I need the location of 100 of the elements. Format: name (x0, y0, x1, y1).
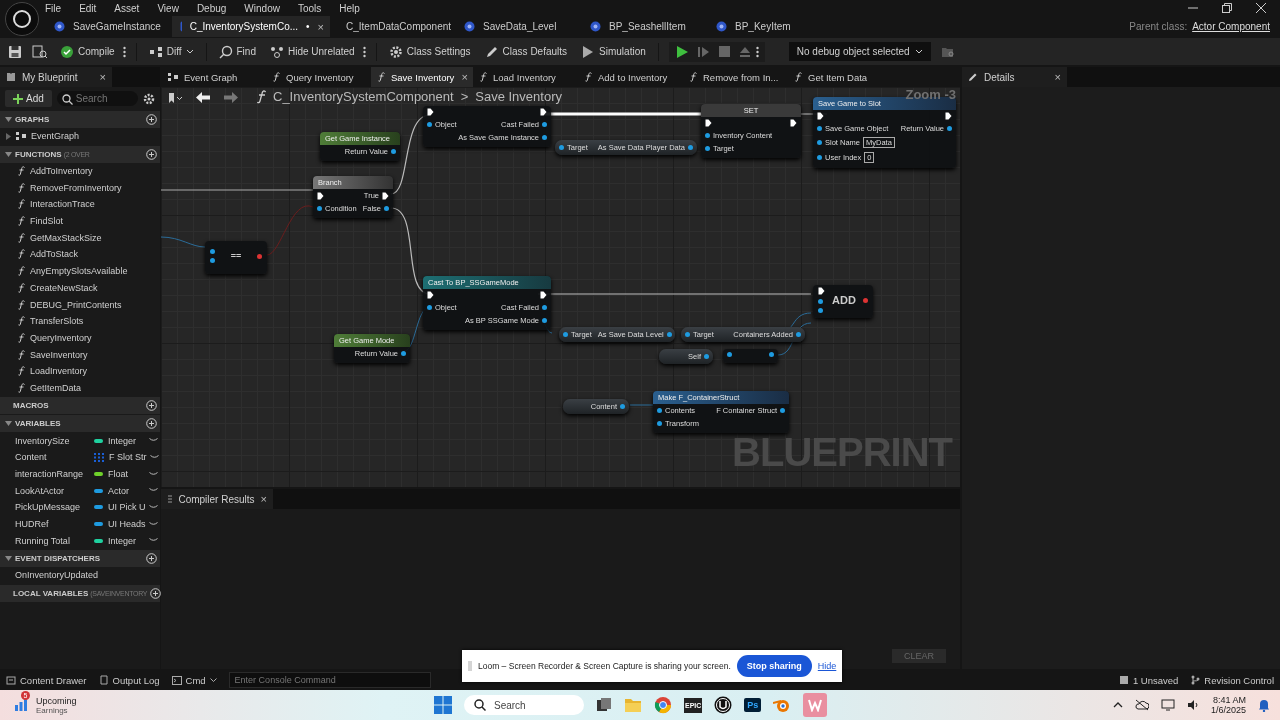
function-item[interactable]: SaveInventory (0, 346, 160, 363)
variable-item[interactable]: HUDRef UI Heads (0, 515, 160, 533)
function-item[interactable]: LoadInventory (0, 362, 160, 380)
close-tab-button[interactable]: × (260, 493, 267, 505)
stop-icon[interactable] (718, 46, 730, 57)
hide-unrelated-button[interactable]: Hide Unrelated (267, 43, 357, 60)
start-icon[interactable] (434, 696, 452, 714)
add-circle-icon[interactable] (146, 114, 157, 125)
menu-item[interactable]: Help (339, 2, 369, 14)
debug-object-dropdown[interactable]: No debug object selected (788, 42, 931, 61)
graph-node[interactable]: ADD (813, 285, 873, 318)
panel-tab[interactable]: My Blueprint × (0, 67, 112, 87)
section-header[interactable]: MACROS (0, 397, 160, 415)
close-icon[interactable] (1256, 3, 1266, 13)
document-tab[interactable]: C_ItemDataComponent (330, 16, 456, 37)
more-options-icon[interactable] (755, 45, 759, 58)
clock-time[interactable]: 8:41 AM (1212, 695, 1246, 705)
breadcrumb-link[interactable]: C_InventorySystemComponent (273, 89, 454, 104)
menu-item[interactable]: Tools (297, 2, 331, 14)
variable-item[interactable]: InventorySize Integer (0, 432, 160, 449)
function-item[interactable]: InteractionTrace (0, 196, 160, 213)
save-icon[interactable] (8, 44, 22, 59)
function-item[interactable]: DEBUG_PrintContents (0, 296, 160, 313)
section-header[interactable]: EVENT DISPATCHERS (0, 550, 160, 568)
section-header[interactable]: GRAPHS (0, 111, 160, 128)
graph-tab[interactable]: Save Inventory × (371, 67, 473, 87)
add-circle-icon[interactable] (150, 587, 162, 599)
chevron-icon[interactable] (149, 538, 158, 544)
document-tab[interactable]: SaveGameInstance (46, 16, 172, 37)
function-item[interactable]: GetItemData (0, 379, 160, 397)
volume-icon[interactable] (1186, 699, 1199, 711)
clock-date[interactable]: 1/6/2025 (1210, 705, 1246, 715)
output-log-button[interactable]: Output Log (98, 674, 160, 686)
document-tab[interactable]: C_InventorySystemCo... • × (172, 16, 330, 37)
taskbar-search-field[interactable]: Search (464, 695, 584, 715)
parent-class-link[interactable]: Actor Component (1192, 21, 1270, 32)
graph-tab[interactable]: Add to Inventory (578, 67, 683, 87)
settings-icon[interactable] (143, 92, 155, 105)
variable-item[interactable]: interactionRange Float (0, 465, 160, 483)
menu-item[interactable]: Edit (79, 2, 106, 14)
search-field[interactable]: Search (56, 91, 138, 106)
stop-sharing-button[interactable]: Stop sharing (736, 655, 812, 677)
document-tab[interactable]: SaveData_Level (456, 16, 582, 37)
menu-item[interactable]: Debug (196, 2, 236, 14)
graph-tab[interactable]: Load Inventory (473, 67, 578, 87)
chevron-icon[interactable] (149, 488, 158, 494)
variable-item[interactable]: PickUpMessage UI Pick U (0, 499, 160, 516)
chevron-icon[interactable] (150, 454, 159, 460)
graph-item[interactable]: EventGraph (0, 128, 160, 145)
simulation-button[interactable]: Simulation (579, 42, 648, 61)
chevron-icon[interactable] (149, 471, 158, 477)
bookmark-icon[interactable] (168, 92, 182, 103)
graph-tab[interactable]: Event Graph (161, 67, 266, 87)
close-tab-button[interactable]: × (317, 20, 324, 33)
function-item[interactable]: AddToStack (0, 246, 160, 263)
menu-item[interactable]: File (45, 2, 71, 14)
back-arrow-icon[interactable] (196, 92, 210, 103)
hide-link[interactable]: Hide (817, 661, 837, 671)
function-item[interactable]: TransferSlots (0, 312, 160, 330)
function-item[interactable]: RemoveFromInventory (0, 179, 160, 197)
unsaved-button[interactable]: 1 Unsaved (1118, 674, 1179, 686)
function-item[interactable]: CreateNewStack (0, 279, 160, 297)
task-view-icon[interactable] (596, 697, 612, 713)
document-tab[interactable]: BP_SeashellItem (582, 16, 708, 37)
section-header[interactable]: VARIABLES (0, 415, 160, 433)
graph-node[interactable] (723, 349, 778, 363)
variable-item[interactable]: Content F Slot Str (0, 449, 160, 466)
graph-tab[interactable]: Remove from In... (683, 67, 788, 87)
console-input[interactable]: Enter Console Command (228, 672, 431, 688)
more-options-icon[interactable] (362, 45, 366, 58)
function-item[interactable]: QueryInventory (0, 329, 160, 347)
step-icon[interactable] (697, 45, 710, 58)
folder-search-icon[interactable] (940, 45, 955, 58)
engine-icon[interactable] (714, 696, 733, 714)
chevron-icon[interactable] (149, 438, 158, 444)
diff-button[interactable]: Diff (146, 43, 196, 60)
display-icon[interactable] (1160, 699, 1175, 711)
chevron-up-icon[interactable] (1112, 702, 1123, 708)
graph-canvas[interactable] (161, 87, 960, 487)
function-item[interactable]: FindSlot (0, 212, 160, 230)
photo-editor-icon[interactable]: Ps (744, 698, 762, 712)
cloud-icon[interactable] (1134, 699, 1149, 711)
class-settings-button[interactable]: Class Settings (386, 42, 473, 61)
engine-logo-icon[interactable] (5, 2, 39, 36)
restore-icon[interactable] (1222, 3, 1232, 13)
more-options-icon[interactable] (122, 45, 126, 58)
chevron-icon[interactable] (149, 504, 158, 510)
variable-item[interactable]: LookAtActor Actor (0, 482, 160, 500)
drag-handle-icon[interactable] (468, 661, 472, 671)
close-tab-button[interactable]: × (461, 71, 468, 83)
play-icon[interactable] (674, 44, 689, 59)
forward-arrow-icon[interactable] (224, 92, 238, 103)
add-circle-icon[interactable] (146, 148, 157, 160)
browse-icon[interactable] (32, 44, 48, 59)
graph-tab[interactable]: Query Inventory (266, 67, 371, 87)
stocks-widget-icon[interactable] (14, 698, 28, 712)
function-item[interactable]: AddToInventory (0, 162, 160, 180)
eject-icon[interactable] (738, 45, 751, 58)
class-defaults-button[interactable]: Class Defaults (482, 42, 570, 61)
add-circle-icon[interactable] (146, 400, 157, 412)
